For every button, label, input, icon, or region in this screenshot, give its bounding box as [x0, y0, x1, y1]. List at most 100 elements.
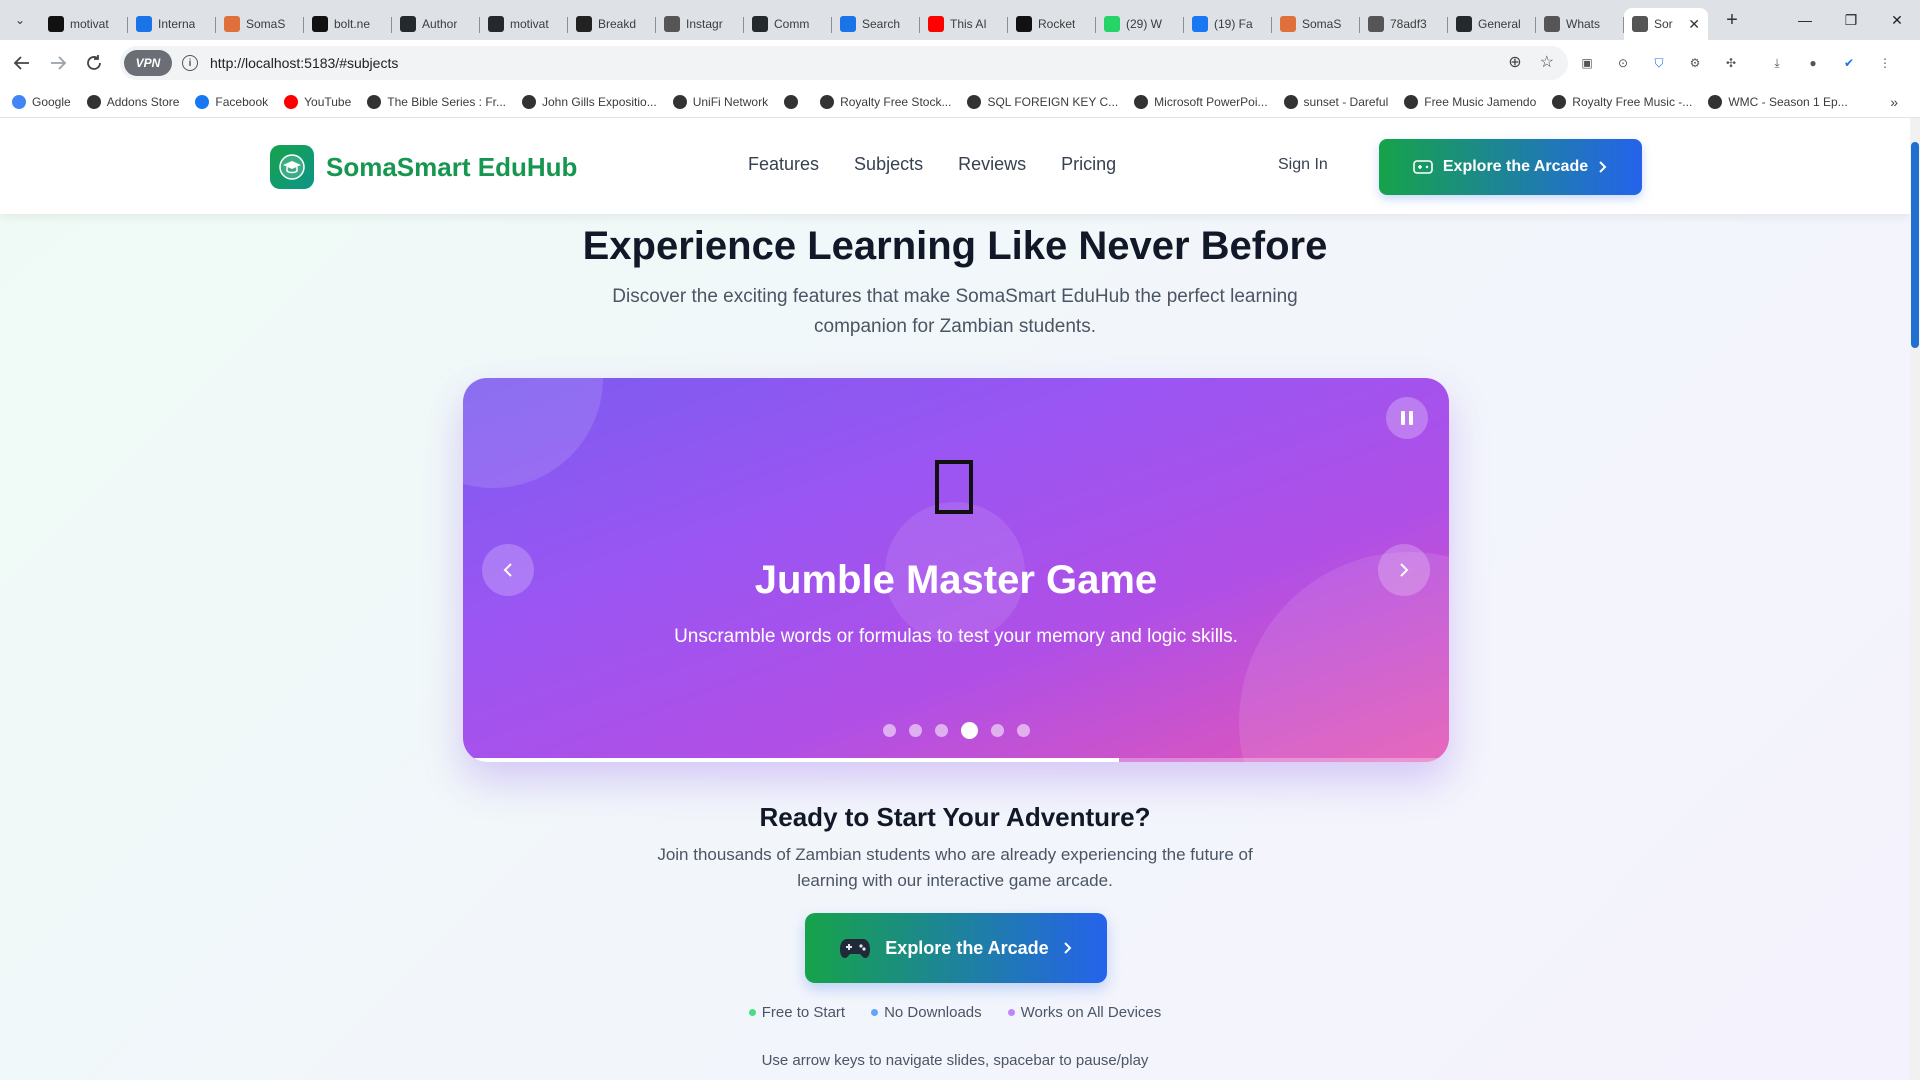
puzzle-icon[interactable]: ✣ — [1720, 52, 1742, 74]
browser-tab[interactable]: Instagr — [656, 8, 744, 40]
extension-square-icon[interactable]: ▣ — [1576, 52, 1598, 74]
cta-feature-label: No Downloads — [884, 1004, 982, 1021]
bookmark-favicon-icon — [367, 94, 382, 109]
slide-indicator-dot[interactable] — [908, 724, 922, 737]
feature-carousel: Jumble Master Game Unscramble words or f… — [463, 378, 1449, 762]
shield-icon[interactable]: ⛉ — [1648, 52, 1670, 74]
reload-button[interactable] — [76, 45, 112, 81]
close-tab-icon[interactable]: ✕ — [1688, 16, 1700, 33]
menu-kebab-icon[interactable]: ⋮ — [1874, 52, 1896, 74]
back-button[interactable] — [4, 45, 40, 81]
bookmark-item[interactable]: WMC - Season 1 Ep... — [1708, 94, 1848, 109]
vpn-badge[interactable]: VPN — [124, 50, 172, 76]
bookmark-item[interactable]: Google — [12, 94, 71, 109]
scrollbar-thumb[interactable] — [1911, 142, 1919, 348]
forward-button[interactable] — [40, 45, 76, 81]
browser-tab[interactable]: (19) Fa — [1184, 8, 1272, 40]
slide-indicator-dot[interactable] — [990, 724, 1004, 737]
globe-icon — [1368, 16, 1384, 32]
tab-search-button[interactable]: ⌄ — [6, 6, 34, 34]
bookmark-item[interactable]: YouTube — [284, 94, 352, 109]
slide-progress-fill — [463, 758, 1119, 762]
browser-tab[interactable]: bolt.ne — [304, 8, 392, 40]
bookmark-item[interactable]: Addons Store — [86, 94, 180, 109]
browser-tab[interactable]: This AI — [920, 8, 1008, 40]
bookmark-item[interactable]: sunset - Dareful — [1283, 94, 1388, 109]
zoom-icon[interactable]: ⊕ — [1508, 52, 1521, 72]
gamepad-icon — [1413, 160, 1433, 174]
nav-link-features[interactable]: Features — [748, 154, 819, 175]
explore-arcade-header-label: Explore the Arcade — [1442, 158, 1589, 175]
browser-tab-title: Author — [422, 17, 458, 31]
next-slide-button[interactable] — [1378, 544, 1430, 596]
extension-link-icon[interactable]: ⊙ — [1612, 52, 1634, 74]
previous-slide-button[interactable] — [482, 544, 534, 596]
translate-icon[interactable]: ⚙ — [1684, 52, 1706, 74]
bookmark-label: Free Music Jamendo — [1424, 94, 1537, 109]
bookmark-item[interactable]: SQL FOREIGN KEY C... — [967, 94, 1118, 109]
bookmark-item[interactable]: Free Music Jamendo — [1404, 94, 1537, 109]
browser-tab-active[interactable]: Sor ✕ — [1624, 8, 1708, 40]
site-logo[interactable]: SomaSmart EduHub — [270, 145, 577, 189]
explore-arcade-cta-button[interactable]: Explore the Arcade — [805, 913, 1107, 983]
chevron-right-icon — [1599, 161, 1607, 173]
slide-indicator-dot[interactable] — [1016, 724, 1030, 737]
browser-tab-title: 78adf3 — [1390, 17, 1427, 31]
browser-tab[interactable]: Whats — [1536, 8, 1624, 40]
bookmark-item[interactable] — [784, 94, 804, 109]
sign-in-link[interactable]: Sign In — [1278, 156, 1328, 174]
download-icon[interactable]: ⤓ — [1766, 52, 1788, 74]
slide-indicator-dot[interactable] — [882, 724, 896, 737]
bookmark-item[interactable]: Royalty Free Stock... — [820, 94, 951, 109]
bookmark-label: Royalty Free Music -... — [1572, 94, 1693, 109]
browser-tab-title: Sor — [1654, 17, 1673, 31]
bookmark-item[interactable]: Facebook — [195, 94, 268, 109]
browser-tab[interactable]: motivat — [480, 8, 568, 40]
new-tab-button[interactable]: + — [1718, 6, 1746, 34]
browser-tab[interactable]: 78adf3 — [1360, 8, 1448, 40]
close-window-button[interactable]: ✕ — [1874, 0, 1920, 40]
browser-tab[interactable]: Interna — [128, 8, 216, 40]
pause-button[interactable] — [1386, 397, 1428, 439]
profile-icon[interactable]: ● — [1802, 52, 1824, 74]
slide-indicators — [463, 722, 1449, 739]
bookmark-item[interactable]: UniFi Network — [672, 94, 768, 109]
bookmark-label: Addons Store — [106, 94, 180, 109]
browser-tab[interactable]: SomaS — [1272, 8, 1360, 40]
bookmark-item[interactable]: Microsoft PowerPoi... — [1134, 94, 1268, 109]
browser-tab[interactable]: motivat — [40, 8, 128, 40]
globe-icon — [664, 16, 680, 32]
browser-tab[interactable]: Search — [832, 8, 920, 40]
slide-indicator-dot[interactable] — [960, 722, 978, 739]
browser-toolbar: VPN i http://localhost:5183/#subjects ⊕ … — [0, 40, 1920, 86]
bookmark-star-icon[interactable]: ☆ — [1540, 52, 1554, 72]
nav-link-reviews[interactable]: Reviews — [958, 154, 1026, 175]
bookmark-label: YouTube — [304, 94, 352, 109]
nav-link-subjects[interactable]: Subjects — [854, 154, 923, 175]
browser-tab[interactable]: Comm — [744, 8, 832, 40]
browser-tab[interactable]: SomaS — [216, 8, 304, 40]
bookmark-item[interactable]: The Bible Series : Fr... — [367, 94, 506, 109]
bookmark-item[interactable]: Royalty Free Music -... — [1552, 94, 1693, 109]
bookmarks-overflow-icon[interactable]: » — [1890, 94, 1898, 110]
url-text[interactable]: http://localhost:5183/#subjects — [210, 55, 398, 71]
minimize-button[interactable]: — — [1782, 0, 1828, 40]
bookmark-item[interactable]: John Gills Expositio... — [522, 94, 657, 109]
cta-feature-item: No Downloads — [871, 1004, 982, 1021]
slide-indicator-dot[interactable] — [934, 724, 948, 737]
browser-tab[interactable]: Rocket — [1008, 8, 1096, 40]
bolt-icon — [312, 16, 328, 32]
browser-tab[interactable]: Author — [392, 8, 480, 40]
back-arrow-icon — [13, 56, 29, 70]
security-extension-icon[interactable]: ✔ — [1838, 52, 1860, 74]
bookmark-favicon-icon — [784, 94, 799, 109]
site-info-icon[interactable]: i — [182, 55, 198, 71]
explore-arcade-header-button[interactable]: Explore the Arcade — [1379, 139, 1642, 195]
nav-link-pricing[interactable]: Pricing — [1061, 154, 1116, 175]
address-bar[interactable]: VPN i http://localhost:5183/#subjects ⊕ … — [120, 46, 1568, 80]
browser-tab[interactable]: Breakd — [568, 8, 656, 40]
restore-button[interactable]: ❐ — [1828, 0, 1874, 40]
browser-tab[interactable]: (29) W — [1096, 8, 1184, 40]
globe-icon — [1544, 16, 1560, 32]
browser-tab[interactable]: General — [1448, 8, 1536, 40]
